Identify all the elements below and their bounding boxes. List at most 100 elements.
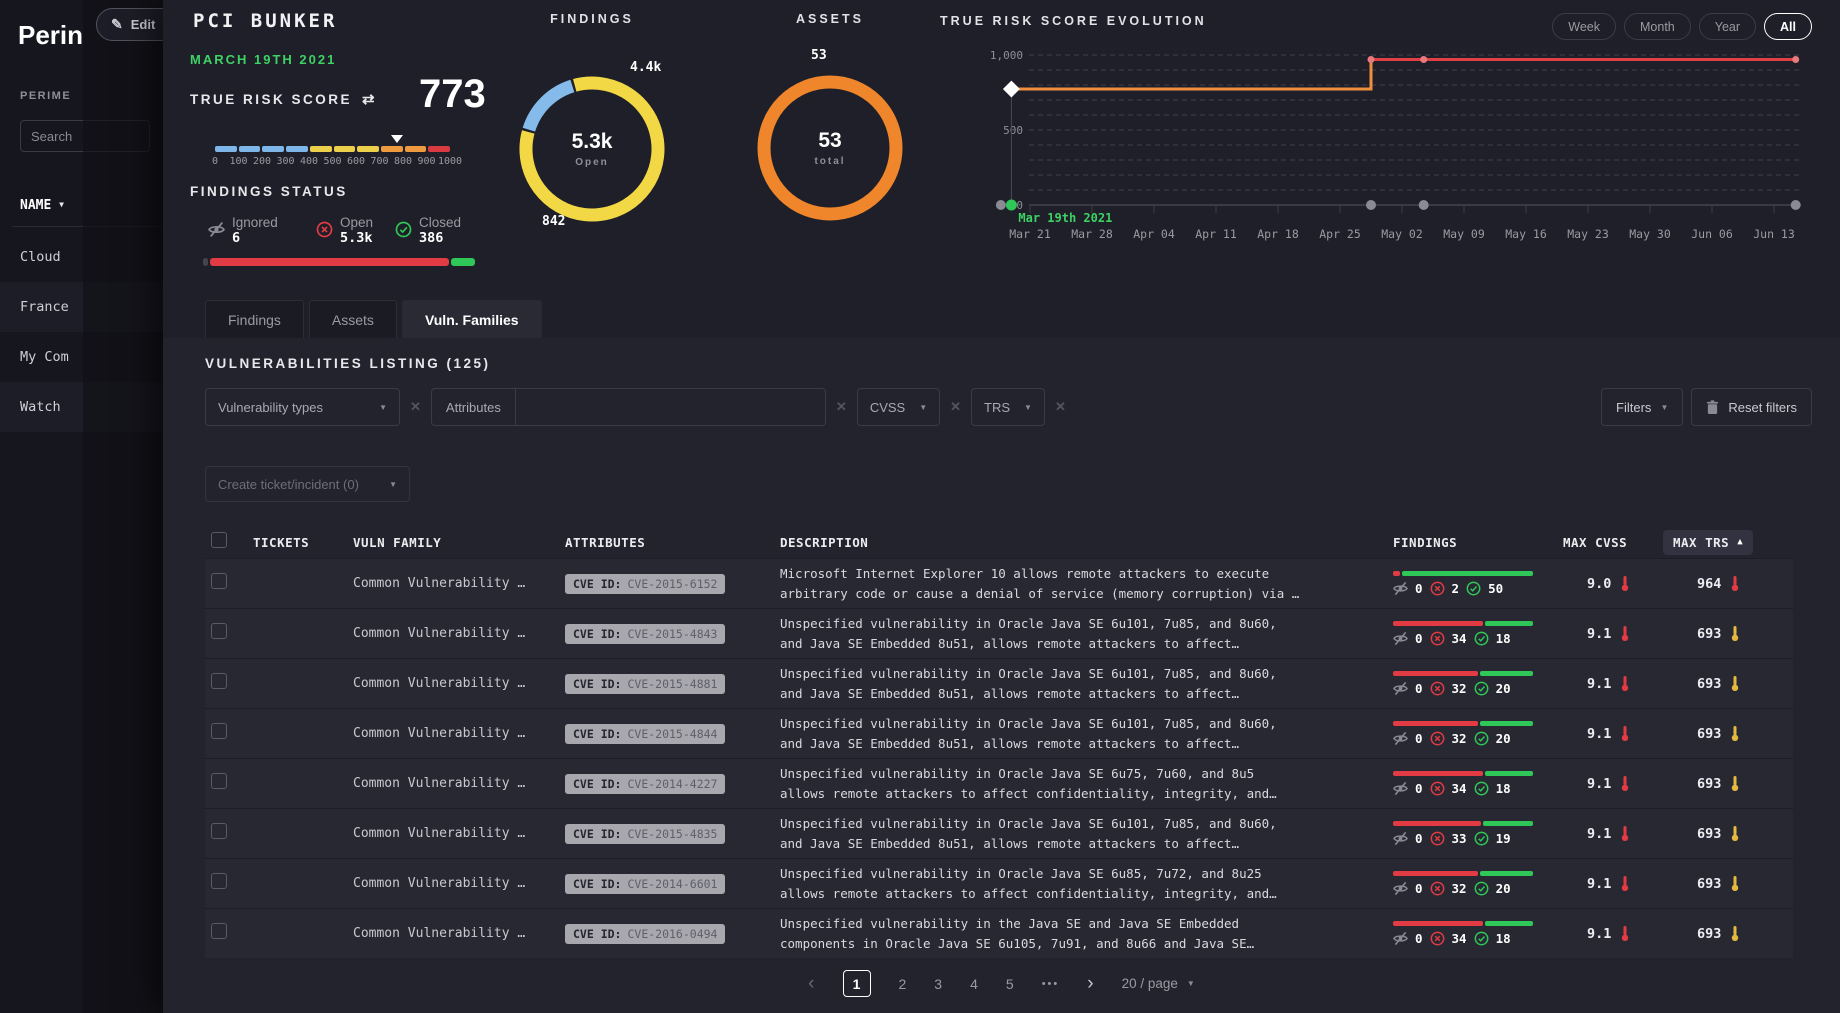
vuln-family-cell: Common Vulnerability … xyxy=(353,676,565,691)
eye-slash-icon xyxy=(1393,931,1408,946)
trs-filter-select[interactable]: TRS▼ xyxy=(971,388,1045,426)
circle-x-icon xyxy=(1430,731,1445,746)
create-ticket-select[interactable]: Create ticket/incident (0)▼ xyxy=(205,466,410,502)
ignored-count: 0 xyxy=(1415,681,1423,696)
findings-bar xyxy=(1393,871,1533,876)
description-cell: Unspecified vulnerability in Oracle Java… xyxy=(780,864,1305,903)
tab-assets[interactable]: Assets xyxy=(309,300,397,338)
snapshot-date: MARCH 19TH 2021 xyxy=(190,52,336,67)
prev-page-icon[interactable]: ‹ xyxy=(808,973,814,995)
more-pages-icon[interactable]: ••• xyxy=(1042,978,1060,990)
ignored-count: 0 xyxy=(1415,581,1423,596)
findings-cell: 0 32 20 xyxy=(1393,871,1563,896)
vuln-family-cell: Common Vulnerability … xyxy=(353,826,565,841)
column-header-max-trs[interactable]: MAX TRS▲ xyxy=(1663,530,1753,555)
next-page-icon[interactable]: › xyxy=(1087,973,1093,995)
page-4[interactable]: 4 xyxy=(970,976,978,992)
ignored-count: 0 xyxy=(1415,881,1423,896)
cve-attribute-chip[interactable]: CVE ID:CVE-2016-0494 xyxy=(565,924,725,944)
cve-attribute-chip[interactable]: CVE ID:CVE-2014-4227 xyxy=(565,774,725,794)
clear-filter-icon[interactable]: ✕ xyxy=(950,399,961,415)
vulnerability-types-select[interactable]: Vulnerability types▼ xyxy=(205,388,400,426)
circle-x-icon xyxy=(316,221,333,238)
status-ignored: Ignored 6 xyxy=(208,215,278,246)
clear-filter-icon[interactable]: ✕ xyxy=(1055,399,1066,415)
attributes-filter-input[interactable] xyxy=(516,400,825,415)
reset-filters-button[interactable]: Reset filters xyxy=(1691,388,1812,426)
table-row[interactable]: Common Vulnerability … CVE ID:CVE-2015-4… xyxy=(205,708,1793,758)
description-cell: Unspecified vulnerability in Oracle Java… xyxy=(780,714,1305,753)
open-count: 32 xyxy=(1452,881,1467,896)
swap-arrows-icon[interactable]: ⇄ xyxy=(362,90,375,108)
findings-bar xyxy=(1393,721,1533,726)
clear-filter-icon[interactable]: ✕ xyxy=(410,399,421,415)
closed-count: 50 xyxy=(1488,581,1503,596)
closed-count: 19 xyxy=(1496,831,1511,846)
row-checkbox[interactable] xyxy=(211,573,227,589)
vuln-family-cell: Common Vulnerability … xyxy=(353,926,565,941)
table-row[interactable]: Common Vulnerability … CVE ID:CVE-2016-0… xyxy=(205,908,1793,958)
row-checkbox[interactable] xyxy=(211,773,227,789)
findings-donut-label-open: 4.4k xyxy=(630,60,661,75)
sidebar-name-sort-header[interactable]: NAME ▼ xyxy=(20,198,64,213)
cve-attribute-chip[interactable]: CVE ID:CVE-2015-4843 xyxy=(565,624,725,644)
row-checkbox[interactable] xyxy=(211,923,227,939)
row-checkbox[interactable] xyxy=(211,723,227,739)
max-cvss-cell: 9.1 xyxy=(1563,825,1663,842)
page-5[interactable]: 5 xyxy=(1006,976,1014,992)
circle-check-icon xyxy=(1474,831,1489,846)
column-header-description[interactable]: DESCRIPTION xyxy=(780,535,1393,550)
description-cell: Unspecified vulnerability in the Java SE… xyxy=(780,914,1305,953)
column-header-vuln-family[interactable]: VULN FAMILY xyxy=(353,535,565,550)
table-row[interactable]: Common Vulnerability … CVE ID:CVE-2014-6… xyxy=(205,858,1793,908)
cve-attribute-chip[interactable]: CVE ID:CVE-2015-4844 xyxy=(565,724,725,744)
app-root: Perin PERIME NAME ▼ CloudFranceMy ComWat… xyxy=(0,0,1840,1013)
tab-vuln-families[interactable]: Vuln. Families xyxy=(402,300,542,338)
vuln-family-cell: Common Vulnerability … xyxy=(353,876,565,891)
table-row[interactable]: Common Vulnerability … CVE ID:CVE-2015-4… xyxy=(205,608,1793,658)
assets-donut-title: ASSETS xyxy=(760,12,900,26)
page-3[interactable]: 3 xyxy=(934,976,942,992)
findings-bar xyxy=(1393,821,1533,826)
cve-attribute-chip[interactable]: CVE ID:CVE-2015-4835 xyxy=(565,824,725,844)
table-row[interactable]: Common Vulnerability … CVE ID:CVE-2014-4… xyxy=(205,758,1793,808)
main-panel: PCI BUNKER MARCH 19TH 2021 TRUE RISK SCO… xyxy=(163,0,1840,1013)
filter-actions: Filters▼ Reset filters xyxy=(1601,388,1812,426)
findings-bar xyxy=(1393,771,1533,776)
eye-slash-icon xyxy=(1393,831,1408,846)
row-checkbox[interactable] xyxy=(211,873,227,889)
cve-attribute-chip[interactable]: CVE ID:CVE-2015-6152 xyxy=(565,574,725,594)
gauge-tick-label: 1000 xyxy=(435,156,465,167)
chevron-down-icon: ▼ xyxy=(1660,403,1668,412)
column-header-tickets[interactable]: TICKETS xyxy=(253,535,353,550)
svg-text:Apr 11: Apr 11 xyxy=(1195,227,1237,241)
table-row[interactable]: Common Vulnerability … CVE ID:CVE-2015-4… xyxy=(205,808,1793,858)
column-header-findings[interactable]: FINDINGS xyxy=(1393,535,1563,550)
closed-count: 20 xyxy=(1496,881,1511,896)
max-cvss-cell: 9.1 xyxy=(1563,625,1663,642)
status-label: Open xyxy=(340,215,373,230)
vuln-family-cell: Common Vulnerability … xyxy=(353,726,565,741)
page-2[interactable]: 2 xyxy=(899,976,907,992)
clear-filter-icon[interactable]: ✕ xyxy=(836,399,847,415)
filters-dropdown-button[interactable]: Filters▼ xyxy=(1601,388,1683,426)
svg-text:May 16: May 16 xyxy=(1505,227,1547,241)
row-checkbox[interactable] xyxy=(211,823,227,839)
row-checkbox[interactable] xyxy=(211,623,227,639)
table-row[interactable]: Common Vulnerability … CVE ID:CVE-2015-4… xyxy=(205,658,1793,708)
cvss-filter-select[interactable]: CVSS▼ xyxy=(857,388,940,426)
max-cvss-cell: 9.1 xyxy=(1563,875,1663,892)
select-all-checkbox[interactable] xyxy=(211,532,227,548)
column-header-max-cvss[interactable]: MAX CVSS xyxy=(1563,535,1663,550)
cve-attribute-chip[interactable]: CVE ID:CVE-2014-6601 xyxy=(565,874,725,894)
page-1[interactable]: 1 xyxy=(843,970,871,997)
tab-findings[interactable]: Findings xyxy=(205,300,304,338)
page-size-select[interactable]: 20 / page▼ xyxy=(1122,976,1195,991)
circle-check-icon xyxy=(1474,881,1489,896)
donut-center-label: Open xyxy=(575,157,609,168)
cve-attribute-chip[interactable]: CVE ID:CVE-2015-4881 xyxy=(565,674,725,694)
table-row[interactable]: Common Vulnerability … CVE ID:CVE-2015-6… xyxy=(205,558,1793,608)
column-header-attributes[interactable]: ATTRIBUTES xyxy=(565,535,780,550)
status-open: Open 5.3k xyxy=(316,215,373,246)
row-checkbox[interactable] xyxy=(211,673,227,689)
